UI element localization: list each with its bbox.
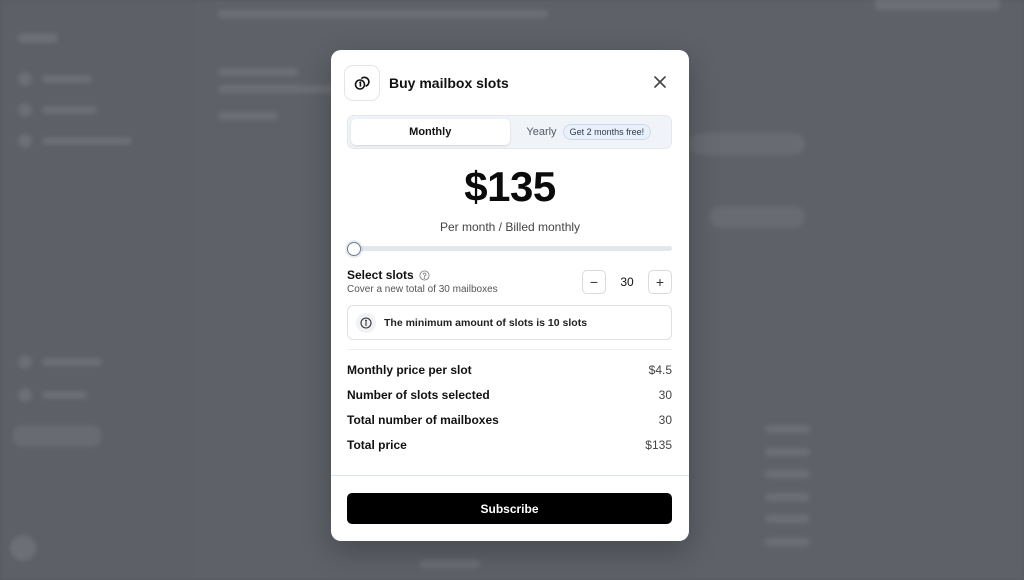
modal-title: Buy mailbox slots (389, 75, 509, 91)
price-subtitle: Per month / Billed monthly (439, 220, 581, 234)
info-icon (356, 312, 376, 333)
yearly-promo-badge: Get 2 months free! (562, 124, 652, 140)
slots-stepper: − + (582, 269, 672, 294)
question-circle-icon[interactable] (419, 269, 430, 281)
buy-slots-modal: Buy mailbox slots Monthly Yearly Get 2 m… (331, 50, 689, 541)
tab-monthly-label: Monthly (409, 126, 452, 138)
coins-icon (344, 65, 380, 101)
minimum-slots-text: The minimum amount of slots is 10 slots (384, 316, 588, 329)
summary-value: 30 (658, 387, 672, 402)
summary-value: 30 (658, 412, 672, 427)
select-slots-text: Select slots (347, 268, 414, 282)
billing-period-toggle: Monthly Yearly Get 2 months free! (347, 115, 672, 149)
tab-yearly[interactable]: Yearly Get 2 months free! (510, 119, 669, 145)
price-summary: Monthly price per slot $4.5 Number of sl… (347, 357, 672, 457)
slots-input[interactable] (612, 274, 642, 289)
select-slots-label: Select slots (347, 268, 430, 282)
summary-row: Number of slots selected 30 (347, 382, 672, 407)
modal-header: Buy mailbox slots (344, 64, 676, 102)
minimum-slots-notice: The minimum amount of slots is 10 slots (347, 305, 672, 340)
summary-row: Total price $135 (347, 432, 672, 457)
slots-slider[interactable] (347, 242, 672, 256)
tab-yearly-label: Yearly (526, 126, 557, 138)
summary-row: Monthly price per slot $4.5 (347, 357, 672, 382)
decrement-button[interactable]: − (582, 269, 606, 294)
price-amount: $135 (464, 163, 556, 210)
subscribe-button[interactable]: Subscribe (347, 493, 672, 524)
slider-thumb[interactable] (347, 242, 361, 256)
summary-label: Number of slots selected (347, 387, 490, 402)
close-button[interactable] (650, 72, 670, 92)
summary-value: $135 (645, 437, 672, 452)
select-slots-subtitle: Cover a new total of 30 mailboxes (347, 284, 498, 295)
close-icon (654, 76, 666, 88)
summary-label: Monthly price per slot (347, 362, 472, 377)
footer-divider (331, 475, 689, 476)
summary-row: Total number of mailboxes 30 (347, 407, 672, 432)
tab-monthly[interactable]: Monthly (351, 119, 510, 145)
summary-label: Total number of mailboxes (347, 412, 499, 427)
increment-button[interactable]: + (648, 269, 672, 294)
summary-value: $4.5 (648, 362, 672, 377)
summary-label: Total price (347, 437, 407, 452)
divider (347, 349, 672, 350)
slider-track[interactable] (347, 246, 672, 251)
